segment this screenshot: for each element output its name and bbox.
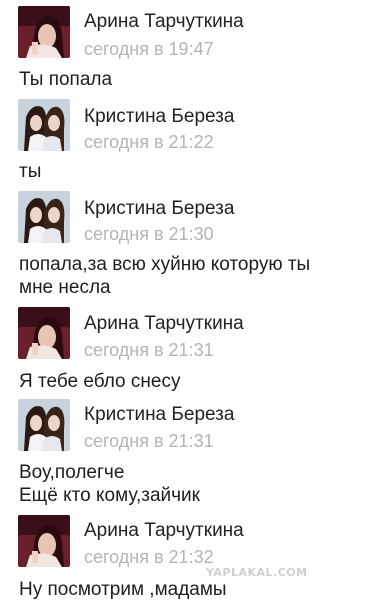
message-item: Арина Тарчуткина сегодня в 21:32 Ну посм… <box>0 512 367 604</box>
message-text: Воу,полегче Ещё кто кому,зайчик <box>19 462 200 506</box>
timestamp: сегодня в 21:22 <box>84 132 214 152</box>
message-text: Я тебе ебло снесу <box>19 371 181 392</box>
avatar-kristina[interactable] <box>18 399 70 451</box>
author-name[interactable]: Кристина Береза <box>84 106 234 128</box>
message-text: попала,за всю хуйню которую ты мне несла <box>19 254 311 298</box>
avatar-arina[interactable] <box>18 307 70 359</box>
author-name[interactable]: Кристина Береза <box>84 198 234 220</box>
watermark: YAPLAKAL.COM <box>206 566 308 579</box>
timestamp: сегодня в 19:47 <box>84 39 214 59</box>
timestamp: сегодня в 21:32 <box>84 547 214 567</box>
message-item: Арина Тарчуткина сегодня в 19:47 Ты попа… <box>0 0 367 96</box>
message-text: Ну посмотрим ,мадамы <box>19 579 227 600</box>
author-name[interactable]: Арина Тарчуткина <box>84 11 244 33</box>
message-item: Кристина Береза сегодня в 21:22 ты <box>0 96 367 188</box>
timestamp: сегодня в 21:31 <box>84 340 214 360</box>
avatar-kristina[interactable] <box>18 191 70 243</box>
author-name[interactable]: Кристина Береза <box>84 404 234 426</box>
message-item: Арина Тарчуткина сегодня в 21:31 Я тебе … <box>0 304 367 396</box>
message-text: ты <box>19 161 42 182</box>
avatar-arina[interactable] <box>18 6 70 58</box>
message-item: Кристина Береза сегодня в 21:30 попала,з… <box>0 188 367 304</box>
timestamp: сегодня в 21:31 <box>84 431 214 451</box>
avatar-kristina[interactable] <box>18 99 70 151</box>
timestamp: сегодня в 21:30 <box>84 224 214 244</box>
message-text: Ты попала <box>19 69 113 90</box>
author-name[interactable]: Арина Тарчуткина <box>84 313 244 335</box>
avatar-arina[interactable] <box>18 515 70 567</box>
message-item: Кристина Береза сегодня в 21:31 Воу,поле… <box>0 396 367 512</box>
author-name[interactable]: Арина Тарчуткина <box>84 520 244 542</box>
